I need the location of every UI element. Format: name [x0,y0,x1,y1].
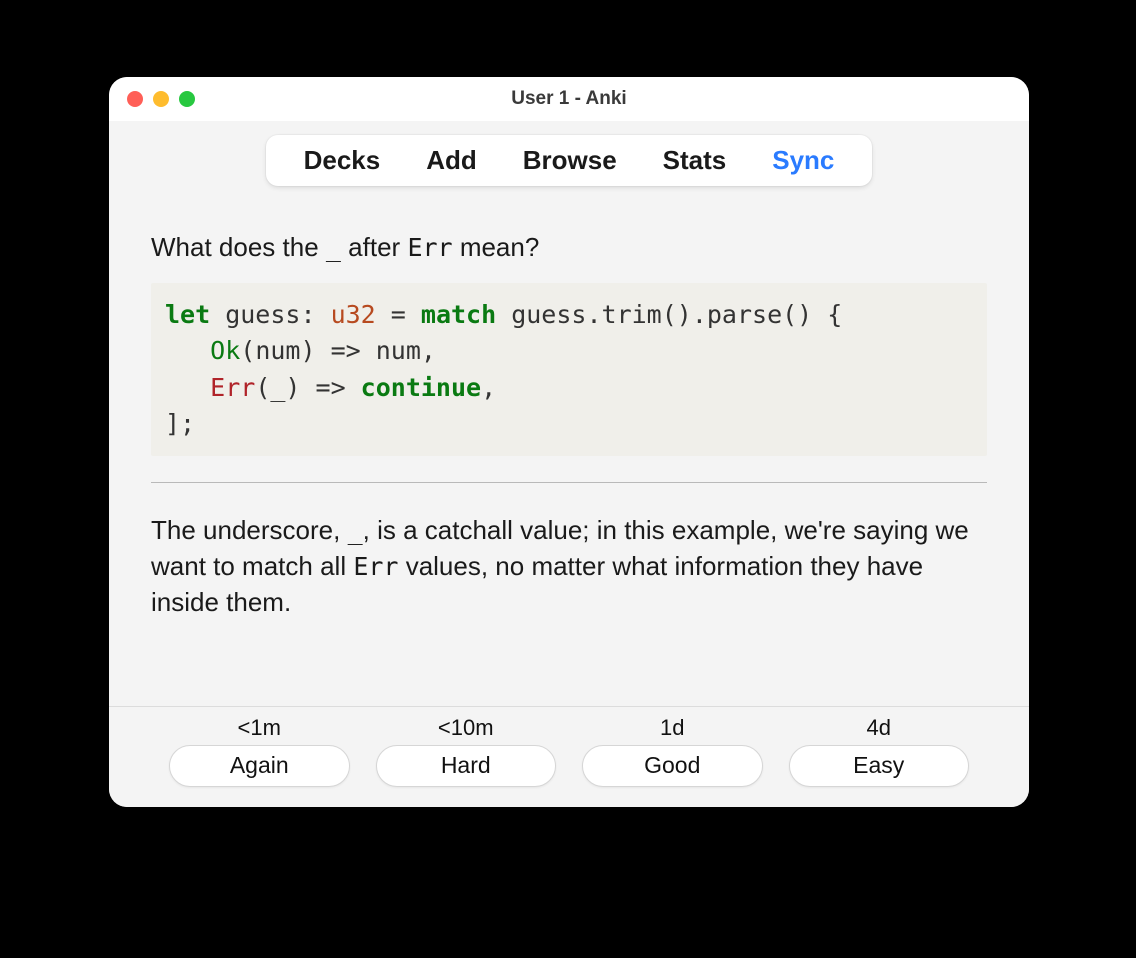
question-text: after [341,232,407,262]
ease-time-good: 1d [660,715,684,741]
code-err: Err [210,373,255,402]
question-text: mean? [453,232,540,262]
code-kw-let: let [165,300,210,329]
hard-button[interactable]: Hard [376,745,557,787]
ease-time-again: <1m [238,715,281,741]
toolbar-add[interactable]: Add [426,145,477,176]
code-close: ]; [165,409,195,438]
toolbar-decks[interactable]: Decks [304,145,381,176]
code-type-u32: u32 [331,300,376,329]
answer-text: The underscore, [151,515,348,545]
minimize-icon[interactable] [153,91,169,107]
toolbar-sync[interactable]: Sync [772,145,834,176]
toolbar-wrap: Decks Add Browse Stats Sync [109,121,1029,186]
toolbar-browse[interactable]: Browse [523,145,617,176]
ease-easy: 4d Easy [789,715,970,787]
ease-bar: <1m Again <10m Hard 1d Good 4d Easy [109,706,1029,807]
toolbar: Decks Add Browse Stats Sync [266,135,873,186]
again-button[interactable]: Again [169,745,350,787]
ease-time-hard: <10m [438,715,494,741]
code-block: let guess: u32 = match guess.trim().pars… [151,283,987,456]
code-text: guess.trim().parse() { [496,300,842,329]
code-kw-continue: continue [361,373,481,402]
ease-hard: <10m Hard [376,715,557,787]
app-window: User 1 - Anki Decks Add Browse Stats Syn… [109,77,1029,807]
code-text: guess: [210,300,330,329]
code-text: = [376,300,421,329]
code-ok: Ok [210,336,240,365]
question-underscore: _ [326,233,341,262]
question-text: What does the [151,232,326,262]
good-button[interactable]: Good [582,745,763,787]
code-kw-match: match [421,300,496,329]
window-controls [127,91,195,107]
card-answer: The underscore, _, is a catchall value; … [151,513,987,621]
code-indent [165,373,210,402]
zoom-icon[interactable] [179,91,195,107]
ease-again: <1m Again [169,715,350,787]
ease-good: 1d Good [582,715,763,787]
answer-code-err: Err [353,552,398,581]
answer-underscore: _ [348,516,363,545]
card-content: What does the _ after Err mean? let gues… [109,186,1029,706]
window-title: User 1 - Anki [511,88,626,110]
code-text: (_) => [255,373,360,402]
code-text: , [481,373,496,402]
question-code-err: Err [407,233,452,262]
ease-time-easy: 4d [867,715,891,741]
code-text: (num) => num, [240,336,436,365]
titlebar: User 1 - Anki [109,77,1029,121]
toolbar-stats[interactable]: Stats [663,145,727,176]
close-icon[interactable] [127,91,143,107]
code-indent [165,336,210,365]
card-divider [151,482,987,483]
card-question: What does the _ after Err mean? [151,230,987,265]
easy-button[interactable]: Easy [789,745,970,787]
